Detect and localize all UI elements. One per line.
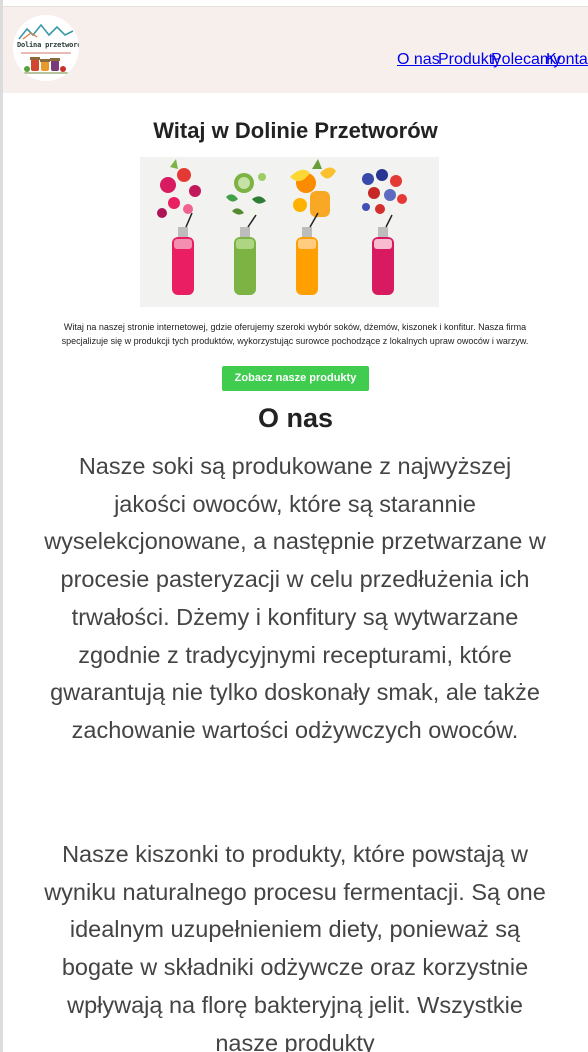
nav-link-o-nas[interactable]: O nas	[397, 51, 440, 69]
smoothie-bottles-illustration	[140, 157, 439, 307]
about-paragraph-2: Nasze kiszonki to produkty, które powsta…	[44, 841, 546, 1052]
hero-title: Witaj w Dolinie Przetworów	[153, 118, 438, 143]
hero-image	[140, 157, 439, 307]
site-logo[interactable]: Dolina przetworów	[13, 15, 79, 81]
about-section-title: O nas	[257, 403, 334, 433]
site-header: Dolina przetworów O nas Produkty Polecam…	[3, 6, 588, 93]
nav-link-kontakt[interactable]: Kontakt	[546, 51, 588, 69]
page: Dolina przetworów O nas Produkty Polecam…	[0, 0, 588, 1052]
see-products-button[interactable]: Zobacz nasze produkty	[222, 366, 369, 391]
intro-text: Witaj na naszej stronie internetowej, gd…	[61, 322, 529, 346]
logo-text: Dolina przetworów	[17, 41, 79, 49]
about-paragraph-1: Nasze soki są produkowane z najwyższej j…	[44, 453, 546, 743]
page-border	[0, 0, 3, 1052]
